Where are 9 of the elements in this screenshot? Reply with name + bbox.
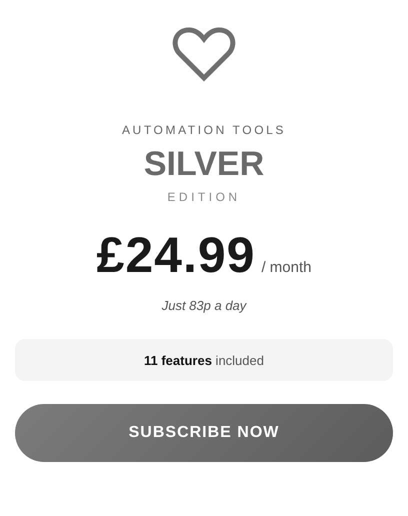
heart-icon [172, 25, 236, 83]
daily-note: Just 83p a day [162, 298, 246, 313]
plan-title: SILVER [144, 145, 264, 184]
edition-label: EDITION [167, 190, 241, 204]
subscribe-button[interactable]: SUBSCRIBE NOW [15, 404, 393, 462]
price-period: / month [261, 259, 312, 276]
category-label: AUTOMATION TOOLS [122, 123, 286, 137]
price: £24.99 [96, 226, 256, 284]
features-summary: 11 features included [15, 339, 393, 381]
